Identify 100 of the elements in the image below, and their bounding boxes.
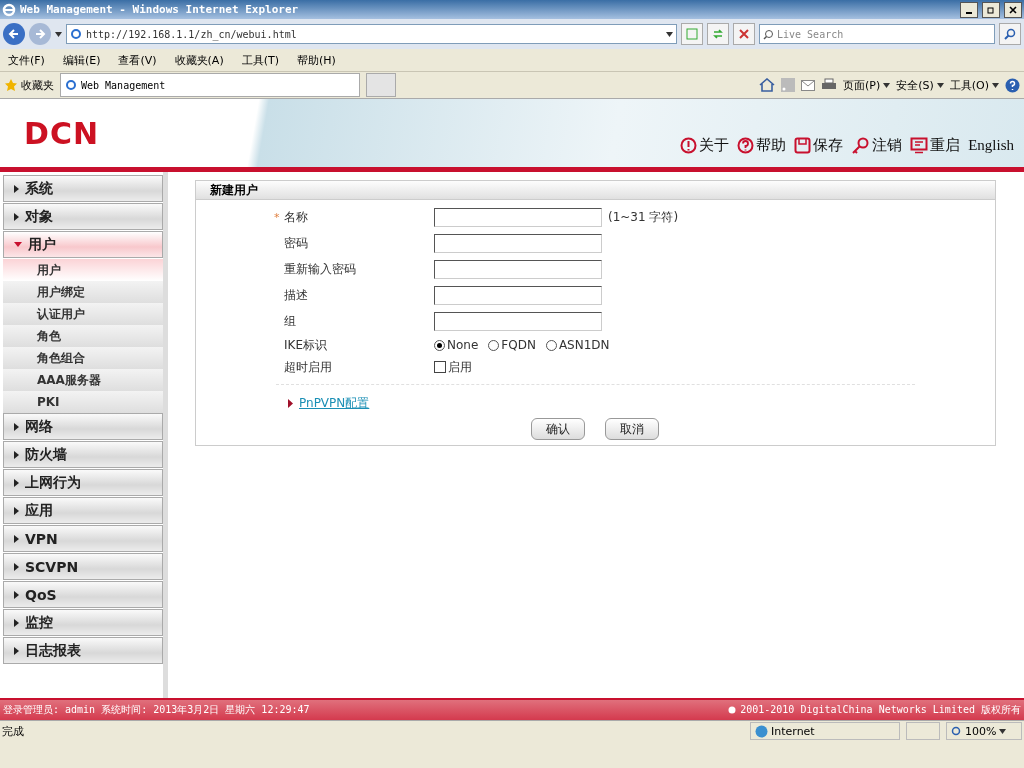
field-label: 超时启用 [284,358,332,376]
text-field[interactable] [434,259,602,279]
header-link[interactable]: 重启 [910,135,961,155]
magnifier-icon [951,725,962,737]
header-link[interactable]: 帮助 [737,135,787,155]
radio-button[interactable] [545,339,557,351]
sidebar-item[interactable]: 系统 [3,175,163,202]
search-button[interactable] [999,23,1021,45]
sidebar-item[interactable]: 上网行为 [3,469,163,496]
header-link[interactable]: English [968,136,1014,154]
radio-button[interactable] [434,339,445,351]
radio-option[interactable]: FQDN [488,338,536,352]
address-field[interactable]: http://192.168.1.1/zh_cn/webui.html [66,24,677,44]
menu-item[interactable]: 收藏夹(A) [174,52,224,68]
form-button[interactable]: 确认 [531,418,585,440]
menu-item[interactable]: 工具(T) [241,52,279,68]
header-link[interactable]: 保存 [794,135,844,155]
key-icon [851,136,871,154]
pnpvpn-link[interactable]: PnPVPN配置 [299,395,370,412]
close-button[interactable] [1004,1,1022,18]
command-menu[interactable]: 页面(P) [842,77,891,93]
header-link[interactable]: 注销 [851,135,903,155]
back-button[interactable] [3,23,25,45]
zone-indicator: Internet [750,722,900,740]
sidebar-subitem[interactable]: AAA服务器 [3,369,163,391]
forward-arrow-icon [34,28,46,40]
sidebar-subitem[interactable]: 用户 [3,259,163,281]
collapsed-arrow-icon [14,534,19,543]
save-icon [794,136,812,154]
radio-option[interactable]: ASN1DN [545,338,610,352]
radio-option[interactable]: None [434,338,479,352]
browser-logo-icon [2,2,16,17]
minimize-icon [966,11,972,14]
panel-title: 新建用户 [196,181,995,200]
logo: DCN [24,115,100,151]
favorites-button[interactable]: 收藏夹 [4,77,54,93]
search-placeholder: Live Search [777,28,844,40]
text-field[interactable] [434,233,602,253]
back-arrow-icon [8,28,20,40]
sidebar-item[interactable]: 应用 [3,497,163,524]
browser-tab[interactable]: Web Management [60,73,360,97]
menu-item[interactable]: 编辑(E) [62,52,101,68]
expanded-arrow-icon [14,242,22,247]
collapsed-arrow-icon [14,184,19,193]
close-icon [1009,5,1017,14]
sidebar-item[interactable]: QoS [3,581,163,608]
field-label: IKE标识 [284,336,327,354]
field-label: 密码 [284,234,308,252]
text-field[interactable] [434,207,602,227]
caret-icon [883,82,891,88]
stop-button[interactable] [733,23,755,45]
text-field[interactable] [434,311,602,331]
copyright-text: 2001-2010 DigitalChina Networks Limited 版权所有 [740,703,1021,717]
text-field[interactable] [434,285,602,305]
sidebar-subitem[interactable]: 角色组合 [3,347,163,369]
help-icon [737,136,755,154]
caret-icon [999,728,1007,734]
command-menu[interactable]: 工具(O) [949,77,999,93]
caret-icon [936,82,944,88]
sidebar-subitem[interactable]: 角色 [3,325,163,347]
radio-button[interactable] [488,339,500,351]
sidebar-item[interactable]: VPN [3,525,163,552]
window-title: Web Management - Windows Internet Explorer [20,3,300,16]
sidebar-subitem[interactable]: 认证用户 [3,303,163,325]
login-info: 登录管理员: admin 系统时间: 2013年3月2日 星期六 12:29:47 [3,703,310,717]
header-link[interactable]: 关于 [680,135,730,155]
history-caret-icon [55,31,62,37]
caret-icon [992,82,999,88]
sidebar-item[interactable]: SCVPN [3,553,163,580]
search-field[interactable]: Live Search [759,24,995,44]
printer-icon[interactable] [820,78,837,92]
monitor-icon [910,136,929,154]
stop-icon [738,28,750,40]
sidebar-item[interactable]: 防火墙 [3,441,163,468]
page-icon [65,79,77,91]
star-icon [4,78,18,92]
globe-icon [755,724,768,738]
sidebar-item[interactable]: 对象 [3,203,163,230]
restore-button[interactable] [982,1,1000,18]
checkbox[interactable] [434,361,446,373]
menu-item[interactable]: 查看(V) [118,52,157,68]
menu-item[interactable]: 帮助(H) [297,52,336,68]
home-icon[interactable] [758,78,775,92]
menu-item[interactable]: 文件(F) [8,52,45,68]
sidebar-item[interactable]: 监控 [3,609,163,636]
mail-icon[interactable] [800,79,815,91]
sidebar-subitem[interactable]: PKI [3,391,163,413]
collapsed-arrow-icon [14,478,19,487]
command-menu[interactable]: 安全(S) [896,77,944,93]
sidebar-subitem[interactable]: 用户绑定 [3,281,163,303]
minimize-button[interactable] [960,1,978,18]
form-button[interactable]: 取消 [605,418,659,440]
checkbox-option[interactable]: 启用 [434,358,472,376]
caret-icon [666,31,673,37]
sidebar-item[interactable]: 日志报表 [3,637,163,664]
sidebar-item[interactable]: 用户 [3,231,163,258]
zoom-control[interactable]: 100% [946,722,1022,740]
collapsed-arrow-icon [288,399,293,408]
sidebar-item[interactable]: 网络 [3,413,163,440]
help-icon[interactable] [1005,77,1020,93]
